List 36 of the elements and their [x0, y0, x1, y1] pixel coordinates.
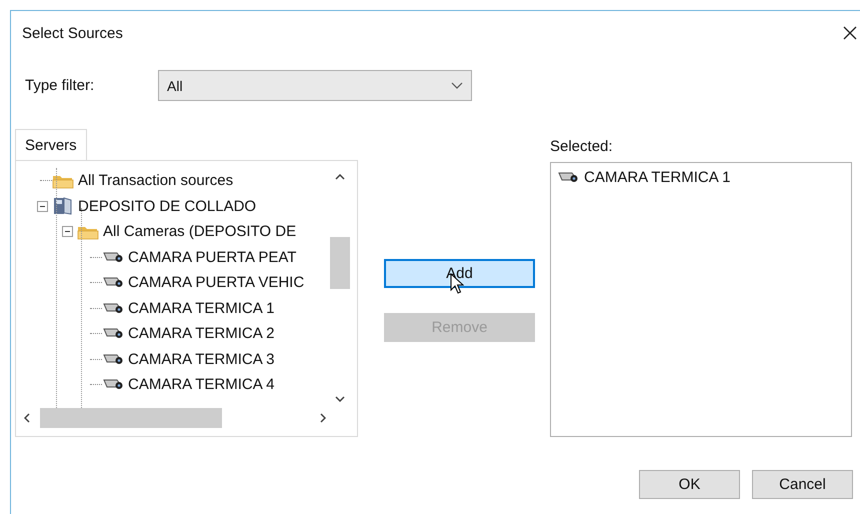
ok-button[interactable]: OK — [639, 470, 740, 499]
window-title: Select Sources — [22, 24, 123, 42]
tree-item[interactable]: All Transaction sources — [78, 172, 234, 190]
tree-item[interactable]: CAMARA TERMICA 3 — [128, 350, 274, 368]
scrollbar-thumb[interactable] — [40, 408, 222, 428]
close-icon[interactable] — [843, 26, 857, 40]
list-label: Selected: — [550, 137, 614, 157]
collapse-toggle[interactable] — [62, 226, 72, 238]
camera-icon — [102, 379, 124, 390]
tree-item[interactable]: DEPOSITO DE COLLADO — [78, 198, 256, 215]
camera-icon — [102, 354, 124, 365]
collapse-toggle[interactable] — [36, 200, 48, 212]
tab[interactable]: Servers — [15, 129, 87, 160]
scroll-right-icon[interactable] — [320, 413, 326, 423]
camera-icon — [102, 328, 124, 340]
camera-icon — [102, 302, 124, 314]
type-filter-dropdown[interactable]: All — [158, 70, 472, 101]
camera-icon — [102, 252, 124, 263]
scroll-down-icon[interactable] — [335, 396, 345, 402]
scrollbar-thumb[interactable] — [330, 237, 350, 289]
tree-item[interactable]: CAMARA TERMICA 2 — [128, 325, 274, 342]
chevron-down-icon — [451, 82, 463, 89]
camera-icon — [102, 277, 124, 288]
tree-item[interactable]: CAMARA TERMICA 1 — [128, 300, 274, 317]
tree-item[interactable]: CAMARA PUERTA PEAT — [128, 248, 296, 266]
camera-icon — [557, 172, 579, 182]
add-button[interactable]: Add — [384, 259, 535, 288]
scroll-up-icon[interactable] — [335, 174, 345, 180]
server-icon — [52, 196, 74, 216]
list-item[interactable]: CAMARA TERMICA 1 — [584, 168, 730, 186]
scroll-left-icon[interactable] — [24, 413, 30, 423]
tree-item[interactable]: CAMARA PUERTA VEHIC — [128, 274, 304, 292]
tree-item[interactable]: All Cameras (DEPOSITO DE — [103, 223, 296, 240]
field-label: Type filter: — [25, 77, 96, 94]
cancel-button[interactable]: Cancel — [752, 470, 853, 499]
tree-item[interactable]: CAMARA TERMICA 4 — [128, 376, 274, 394]
